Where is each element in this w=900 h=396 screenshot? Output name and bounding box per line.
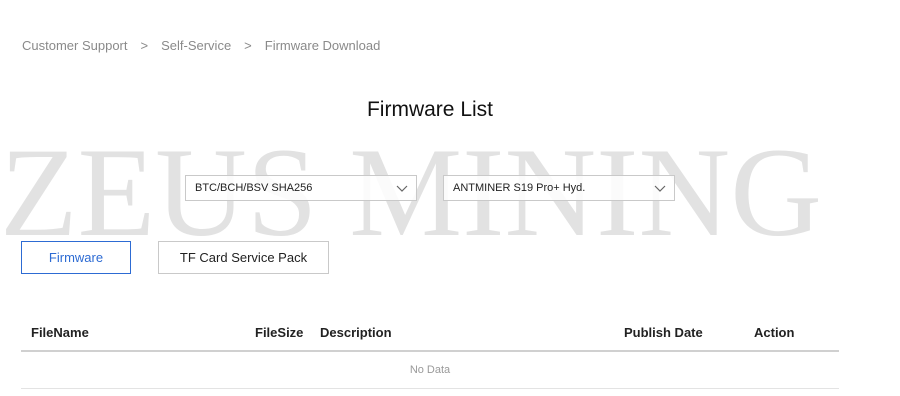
tab-firmware[interactable]: Firmware: [21, 241, 131, 274]
chevron-down-icon: [396, 185, 408, 192]
breadcrumb-item-customer-support[interactable]: Customer Support: [22, 38, 128, 53]
column-header-action: Action: [754, 325, 795, 340]
breadcrumb-separator: >: [140, 38, 149, 53]
column-header-description: Description: [320, 325, 392, 340]
breadcrumb-item-self-service[interactable]: Self-Service: [161, 38, 231, 53]
breadcrumb-item-firmware-download: Firmware Download: [264, 38, 381, 53]
algorithm-select[interactable]: BTC/BCH/BSV SHA256: [185, 175, 417, 201]
algorithm-select-value: BTC/BCH/BSV SHA256: [195, 182, 313, 194]
table-header: FileName FileSize Description Publish Da…: [21, 316, 839, 352]
breadcrumb: Customer Support > Self-Service > Firmwa…: [22, 38, 380, 53]
column-header-filename: FileName: [31, 325, 89, 340]
column-header-filesize: FileSize: [255, 325, 304, 340]
model-select[interactable]: ANTMINER S19 Pro+ Hyd.: [443, 175, 675, 201]
page-title: Firmware List: [366, 98, 493, 121]
breadcrumb-separator: >: [244, 38, 252, 53]
table-empty-state: No Data: [21, 352, 839, 389]
column-header-publish-date: Publish Date: [624, 325, 703, 340]
tab-tf-card-service-pack[interactable]: TF Card Service Pack: [158, 241, 329, 274]
chevron-down-icon: [654, 185, 666, 192]
model-select-value: ANTMINER S19 Pro+ Hyd.: [453, 182, 586, 194]
